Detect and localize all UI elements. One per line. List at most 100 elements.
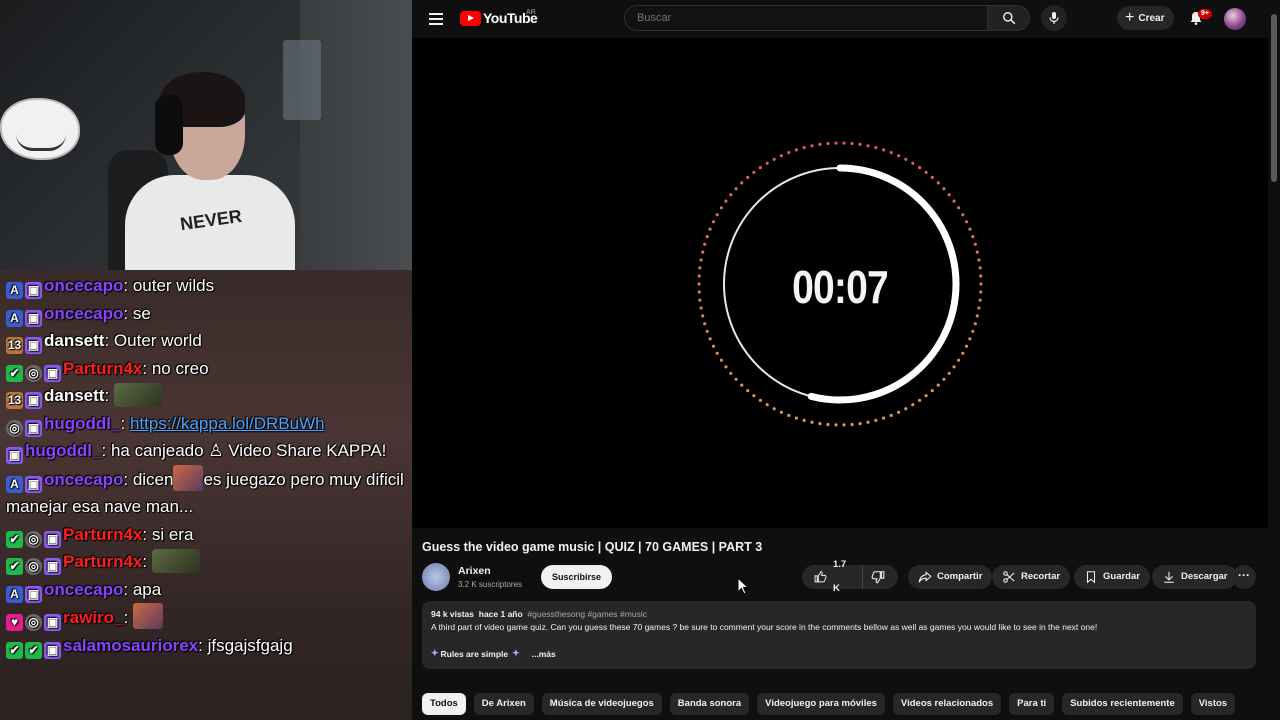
description-box[interactable]: 94 k vistas hace 1 año #guessthesong #ga… [422, 601, 1256, 669]
country-code: AR [526, 9, 536, 16]
timer-ring-dot [794, 148, 798, 152]
download-button[interactable]: Descargar [1152, 565, 1238, 589]
search-button[interactable] [988, 5, 1030, 31]
channel-avatar[interactable] [422, 563, 450, 591]
timer-ring-dot [889, 151, 893, 155]
chat-username[interactable]: oncecapo [44, 580, 123, 599]
save-button[interactable]: Guardar [1074, 565, 1150, 589]
timer-ring-dot [715, 213, 719, 217]
timer-ring-dot [842, 423, 846, 427]
share-button[interactable]: Compartir [908, 565, 993, 589]
timer-ring-dot [818, 422, 822, 426]
timer-ring-dot [729, 193, 733, 197]
filter-chip[interactable]: Música de videojuegos [541, 693, 662, 715]
chat-message: ▣ hugoddl_: ha canjeado ♙ Video Share KAP… [6, 437, 406, 465]
timer-ring-dot [705, 235, 709, 239]
share-icon [918, 571, 932, 583]
create-label: Crear [1138, 12, 1165, 24]
filter-chip[interactable]: Todos [422, 693, 466, 715]
filter-chip[interactable]: Videojuego para móviles [757, 693, 885, 715]
more-horizontal-icon: ··· [1238, 568, 1250, 582]
chat-username[interactable]: oncecapo [44, 470, 123, 489]
chat-username[interactable]: Parturn4x [63, 359, 142, 378]
timer-ring-dot [729, 371, 733, 375]
share-label: Compartir [937, 571, 983, 582]
subscriber-badge-icon: ◎ [25, 558, 42, 575]
hashtags[interactable]: #guessthesong #games #music [527, 609, 647, 619]
like-button[interactable]: 1.7 K [802, 559, 863, 594]
clip-button[interactable]: Recortar [992, 565, 1071, 589]
heart-badge-icon: ♥ [6, 614, 23, 631]
subscribe-button[interactable]: Suscribirse [541, 565, 613, 589]
filter-chip[interactable]: Para ti [1009, 693, 1055, 715]
timer-ring-dot [826, 422, 830, 427]
chat-username[interactable]: oncecapo [44, 276, 123, 295]
filter-chip[interactable]: Videos relacionados [892, 693, 1002, 715]
clip-label: Recortar [1021, 571, 1061, 582]
timer-ring-dot [719, 206, 723, 210]
timer-ring-dot [703, 242, 707, 246]
webcam-shirt: NEVER [125, 175, 295, 270]
timer-ring-dot [858, 142, 862, 146]
timer-ring-dot [971, 329, 975, 333]
chat-username[interactable]: Parturn4x [63, 552, 142, 571]
chat-emote-icon [132, 603, 163, 629]
menu-icon[interactable] [429, 10, 443, 26]
timer-ring-dot [850, 422, 854, 427]
mouse-cursor-icon [737, 577, 749, 595]
timer-ring-dot [904, 157, 908, 161]
timer-ring-dot [964, 220, 969, 224]
show-more-link[interactable]: ...más [532, 649, 556, 659]
timer-ring-dot [758, 398, 762, 402]
chat-username[interactable]: dansett [44, 386, 104, 405]
more-actions-button[interactable]: ··· [1232, 565, 1256, 589]
create-button[interactable]: + Crear [1117, 6, 1175, 30]
chat-username[interactable]: hugoddl_ [25, 441, 101, 460]
timer-ring-dot [936, 383, 940, 387]
timer-ring-dot [794, 416, 798, 420]
bookmark-icon [1086, 571, 1096, 584]
chat-username[interactable]: rawiro_ [63, 608, 123, 627]
countdown-timer: 00:07 [792, 261, 889, 313]
chat-username[interactable]: Parturn4x [63, 525, 142, 544]
chat-link[interactable]: https://kappa.lol/DRBuWh [130, 414, 325, 433]
chat-username[interactable]: oncecapo [44, 304, 123, 323]
timer-ring-dot [740, 383, 744, 387]
thumbs-up-icon [814, 571, 827, 583]
timer-ring-dot [719, 358, 723, 362]
page-scrollbar[interactable] [1268, 0, 1280, 720]
timer-ring-dot [705, 329, 709, 333]
twitch-badge-icon: ▣ [44, 530, 61, 548]
filter-chip[interactable]: Banda sonora [669, 693, 750, 715]
timer-ring-dot [701, 250, 705, 254]
timer-ring-dot [772, 407, 776, 411]
timer-ring-dot [897, 410, 901, 414]
account-avatar[interactable] [1224, 8, 1246, 30]
thumbs-down-icon [871, 571, 885, 584]
chat-message: 13 ▣ dansett: Outer world [6, 331, 202, 354]
scrollbar-thumb[interactable] [1271, 14, 1277, 182]
filter-chip[interactable]: Vistos [1190, 693, 1236, 715]
timer-ring-dot [746, 175, 750, 179]
timer-ring-dot [708, 227, 712, 231]
like-count: 1.7 K [832, 559, 847, 594]
search-input[interactable] [624, 5, 988, 31]
timer-ring-dot [971, 235, 975, 239]
timer-ring-dot [765, 161, 769, 165]
channel-name[interactable]: Arixen [458, 565, 491, 577]
subscriber-badge-icon: ◎ [25, 530, 42, 548]
timer-ring-dot [952, 199, 956, 203]
chat-username[interactable]: dansett [44, 331, 104, 350]
timer-ring-dot [711, 220, 716, 224]
stream-chat: A ▣ oncecapo: outer wilds A ▣ oncecapo: se 13 ▣… [0, 272, 412, 659]
dislike-button[interactable] [863, 565, 898, 589]
filter-chip[interactable]: De Arixen [473, 693, 534, 715]
twitch-badge-icon: ▣ [6, 447, 23, 464]
filter-chip[interactable]: Subidos recientemente [1062, 693, 1183, 715]
video-player[interactable]: 00:07 [412, 38, 1268, 528]
chat-username[interactable]: hugoddl_ [44, 414, 120, 433]
chat-username[interactable]: salamosauriorex [63, 636, 198, 655]
voice-search-button[interactable] [1041, 5, 1067, 31]
timer-ring-dot [964, 344, 969, 348]
chat-text: no creo [151, 358, 209, 378]
